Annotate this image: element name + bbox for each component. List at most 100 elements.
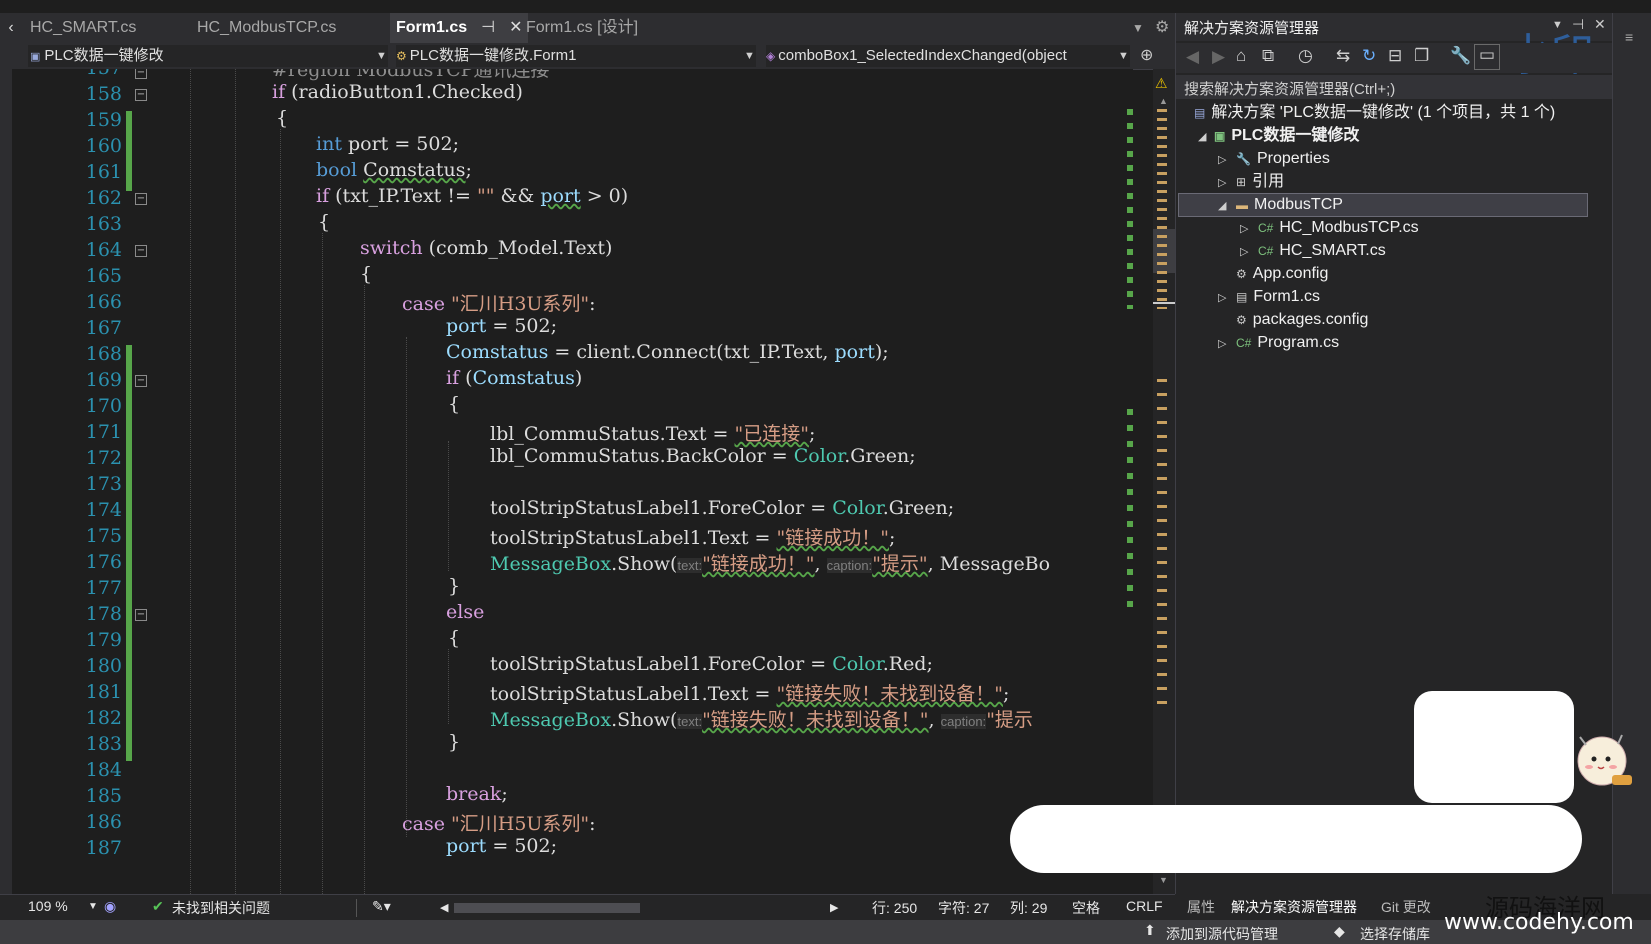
class-dropdown-label: PLC数据一键修改.Form1 (409, 47, 577, 64)
fold-marker-icon[interactable]: − (135, 193, 147, 205)
upload-arrow-icon[interactable]: ⬆ (1144, 922, 1156, 939)
line-number: 182 (85, 707, 122, 729)
editor-scrollbar[interactable]: ⚠ ▲ ▼ (1127, 69, 1175, 894)
config-file-icon: ⚙ (1236, 267, 1247, 281)
class-dropdown[interactable]: ⚙ PLC数据一键修改.Form1 ▼ (396, 45, 756, 67)
fold-marker-icon[interactable]: − (135, 69, 147, 79)
member-dropdown[interactable]: ◈ comboBox1_SelectedIndexChanged(object ▼ (766, 45, 1130, 67)
sync-icon[interactable]: ⇆ (1336, 46, 1350, 66)
line-number: 177 (85, 577, 122, 599)
tab-hc-modbustcp[interactable]: HC_ModbusTCP.cs (197, 13, 336, 43)
code-text: ; (465, 159, 472, 181)
show-all-files-icon[interactable]: ❐ (1414, 46, 1429, 66)
collapsed-arrow-icon[interactable]: ▷ (1218, 337, 1226, 350)
tree-file-hc-smart[interactable]: C# HC_SMART.cs (1258, 239, 1386, 263)
tree-references[interactable]: ⊞ 引用 (1236, 170, 1284, 194)
variable: Comstatus (363, 159, 466, 181)
back-icon[interactable]: ◀ (1186, 47, 1199, 67)
code-text: (txt_IP.Text != (329, 185, 477, 207)
add-to-source-control[interactable]: 添加到源代码管理 (1166, 924, 1278, 944)
home-icon[interactable]: ⌂ (1236, 46, 1246, 66)
chevron-down-icon[interactable]: ▼ (88, 901, 98, 912)
history-icon[interactable]: ◷ (1298, 46, 1313, 66)
project-dropdown[interactable]: ▣ PLC数据一键修改 ▼ (28, 45, 388, 67)
preview-icon[interactable]: ▭ (1474, 44, 1500, 70)
cursor-char[interactable]: 字符: 27 (938, 898, 989, 918)
type-name: MessageBox (490, 709, 612, 731)
tree-file-packages-config[interactable]: ⚙ packages.config (1236, 308, 1368, 332)
forward-icon[interactable]: ▶ (1212, 47, 1225, 67)
tree-file-program[interactable]: C# Program.cs (1236, 331, 1339, 355)
tab-form1-designer[interactable]: Form1.cs [设计] (526, 13, 638, 43)
issues-status[interactable]: 未找到相关问题 (172, 898, 270, 918)
solution-search-box[interactable]: 搜索解决方案资源管理器(Ctrl+;) ⌕ ▼ (1176, 75, 1651, 99)
zoom-level[interactable]: 109 % (28, 898, 68, 914)
tree-properties[interactable]: 🔧 Properties (1236, 147, 1330, 171)
close-icon[interactable]: ✕ (509, 19, 522, 36)
fold-marker-icon[interactable]: − (135, 245, 147, 257)
redaction-box (1414, 691, 1574, 803)
code-text: .Show( (611, 553, 678, 575)
code-text: .Green; (844, 445, 916, 467)
tree-project[interactable]: ▣ PLC数据一键修改 (1214, 124, 1359, 148)
fold-marker-icon[interactable]: − (135, 375, 147, 387)
tree-file-hc-modbustcp[interactable]: C# HC_ModbusTCP.cs (1258, 216, 1419, 240)
scroll-down-icon[interactable]: ▼ (1159, 875, 1168, 885)
fold-marker-icon[interactable]: − (135, 89, 147, 101)
scroll-left-icon[interactable]: ◀ (440, 901, 448, 914)
split-editor-icon[interactable]: ⊕ (1140, 45, 1153, 65)
line-number: 171 (85, 421, 122, 443)
tree-file-app-config[interactable]: ⚙ App.config (1236, 262, 1328, 286)
switch-views-icon[interactable]: ⧉ (1262, 46, 1274, 66)
keyword: bool (316, 159, 358, 181)
collapsed-arrow-icon[interactable]: ▷ (1240, 222, 1248, 235)
tree-file-form1[interactable]: ▤ Form1.cs (1236, 285, 1320, 309)
select-repository[interactable]: 选择存储库 (1360, 924, 1430, 944)
copilot-icon[interactable]: ◉ (104, 898, 116, 915)
tab-git-changes[interactable]: Git 更改 (1381, 897, 1431, 917)
line-ending[interactable]: CRLF (1126, 898, 1163, 914)
tab-form1-cs[interactable]: Form1.cs ⊣ ✕ (390, 13, 529, 43)
tree-folder-modbustcp[interactable]: ▬ ModbusTCP (1236, 193, 1343, 217)
fold-marker-icon[interactable]: − (135, 609, 147, 621)
tab-overflow-icon[interactable]: ▼ (1132, 13, 1144, 43)
tab-solution-explorer[interactable]: 解决方案资源管理器 (1231, 897, 1357, 917)
toolbox-tab-icon[interactable]: ≡ (1625, 29, 1641, 45)
keyword: else (446, 601, 485, 623)
collapsed-arrow-icon[interactable]: ▷ (1218, 176, 1226, 189)
tree-label: Properties (1256, 150, 1330, 168)
expanded-arrow-icon[interactable]: ◢ (1198, 130, 1206, 143)
tab-scroll-left-icon[interactable]: ‹ (0, 13, 22, 43)
line-number: 187 (85, 837, 122, 859)
scroll-right-icon[interactable]: ▶ (830, 901, 838, 914)
code-cleanup-icon[interactable]: ✎▾ (372, 898, 391, 915)
whitespace-mode[interactable]: 空格 (1072, 898, 1100, 918)
code-line-185: break; (446, 783, 508, 805)
tab-hc-smart[interactable]: HC_SMART.cs (30, 13, 136, 43)
cursor-col[interactable]: 列: 29 (1010, 898, 1047, 918)
collapsed-arrow-icon[interactable]: ▷ (1218, 153, 1226, 166)
pin-icon[interactable]: ⊣ (481, 19, 495, 36)
collapsed-arrow-icon[interactable]: ▷ (1218, 291, 1226, 304)
cursor-line[interactable]: 行: 250 (872, 898, 917, 918)
horizontal-scrollbar-thumb[interactable] (454, 903, 640, 913)
document-tab-bar: ‹ HC_SMART.cs HC_ModbusTCP.cs Form1.cs ⊣ ✕… (0, 13, 1175, 43)
close-icon[interactable]: ✕ (1594, 16, 1606, 33)
tab-properties[interactable]: 属性 (1187, 897, 1215, 917)
line-number: 167 (85, 317, 122, 339)
settings-gear-icon[interactable]: ⚙ (1155, 13, 1169, 43)
collapsed-arrow-icon[interactable]: ▷ (1240, 245, 1248, 258)
repository-icon[interactable]: ◆ (1334, 923, 1345, 940)
redaction-box (1010, 805, 1582, 873)
folder-icon: ▬ (1236, 198, 1248, 212)
line-number: 159 (85, 109, 122, 131)
code-editor[interactable]: − − − − − − 157 158 159 160 161 162 163 164 165 1… (0, 69, 1133, 894)
refresh-icon[interactable]: ↻ (1362, 46, 1376, 66)
collapse-all-icon[interactable]: ⊟ (1388, 46, 1402, 66)
tree-solution[interactable]: ▤ 解决方案 'PLC数据一键修改' (1 个项目，共 1 个) (1194, 101, 1555, 125)
expanded-arrow-icon[interactable]: ◢ (1218, 199, 1226, 212)
properties-wrench-icon[interactable]: 🔧 (1450, 46, 1471, 66)
scroll-up-icon[interactable]: ▲ (1159, 96, 1168, 106)
code-text: , (928, 709, 941, 731)
code-text: ; (501, 783, 508, 805)
